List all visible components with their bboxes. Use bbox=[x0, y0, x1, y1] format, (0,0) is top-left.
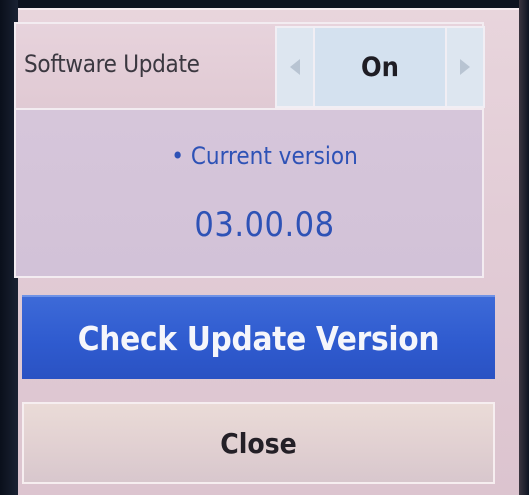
previous-option-button[interactable] bbox=[275, 26, 315, 108]
next-option-button[interactable] bbox=[445, 26, 485, 108]
software-update-value: On bbox=[315, 26, 445, 108]
check-update-version-button[interactable]: Check Update Version bbox=[22, 295, 495, 379]
current-version-box bbox=[14, 108, 484, 278]
software-update-label: Software Update bbox=[24, 50, 200, 78]
current-version-label: • Current version bbox=[171, 142, 358, 170]
close-button[interactable]: Close bbox=[22, 402, 495, 484]
arrow-left-icon bbox=[290, 59, 300, 75]
arrow-right-icon bbox=[460, 59, 470, 75]
software-update-selector[interactable]: On bbox=[275, 26, 485, 108]
right-edge-shadow bbox=[519, 0, 529, 495]
current-version-value: 03.00.08 bbox=[194, 205, 335, 245]
